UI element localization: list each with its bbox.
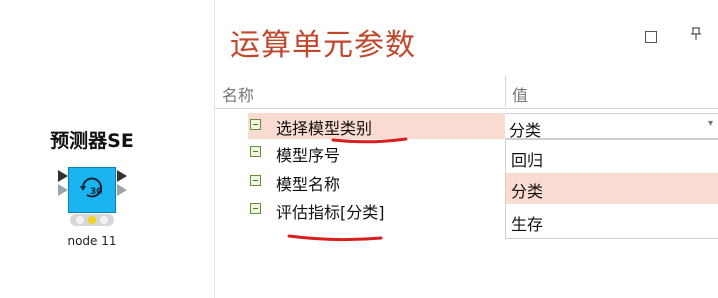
node-output-port-secondary[interactable]: [117, 184, 127, 196]
selected-value: 分类: [509, 121, 542, 140]
property-icon: [250, 203, 261, 214]
node-status-bar: [70, 214, 114, 226]
property-label: 模型名称: [276, 175, 341, 194]
workflow-canvas[interactable]: 预测器SE 30 node 11: [0, 0, 214, 298]
dropdown-option[interactable]: 回归: [506, 142, 718, 173]
annotation-underline: [331, 137, 408, 144]
dropdown-option-label: 回归: [511, 151, 544, 170]
dropdown-option-label: 分类: [511, 182, 544, 201]
status-dot: [100, 216, 108, 224]
node-icon-text: 30: [90, 187, 103, 197]
maximize-icon[interactable]: [645, 31, 657, 43]
model-category-select[interactable]: 分类: [505, 113, 718, 140]
property-icon: [250, 146, 261, 157]
node-input-port-secondary[interactable]: [58, 184, 68, 196]
dropdown-option[interactable]: 生存: [506, 206, 718, 237]
column-separator[interactable]: [505, 75, 506, 107]
column-header-value: 值: [512, 86, 529, 105]
column-header-name: 名称: [222, 86, 255, 105]
node-input-port[interactable]: [58, 170, 68, 182]
status-dot-active: [88, 216, 96, 224]
node-title: 预测器SE: [50, 130, 134, 152]
property-icon: [250, 119, 261, 130]
dropdown-list: 回归 分类 生存: [505, 139, 718, 239]
node-output-port[interactable]: [117, 170, 127, 182]
annotation-underline: [287, 234, 383, 242]
chevron-down-icon[interactable]: ▾: [708, 118, 713, 129]
panel-title: 运算单元参数: [230, 28, 416, 63]
property-icon: [250, 175, 261, 186]
property-label: 评估指标[分类]: [276, 203, 385, 222]
dropdown-option-selected[interactable]: 分类: [506, 173, 718, 204]
pin-icon[interactable]: [690, 27, 702, 45]
status-dot: [76, 216, 84, 224]
refresh-timer-icon: 30: [77, 173, 107, 207]
panel-divider: [214, 0, 215, 298]
dropdown-option-label: 生存: [511, 215, 544, 234]
header-divider: [215, 108, 718, 109]
node-label: node 11: [67, 234, 117, 248]
